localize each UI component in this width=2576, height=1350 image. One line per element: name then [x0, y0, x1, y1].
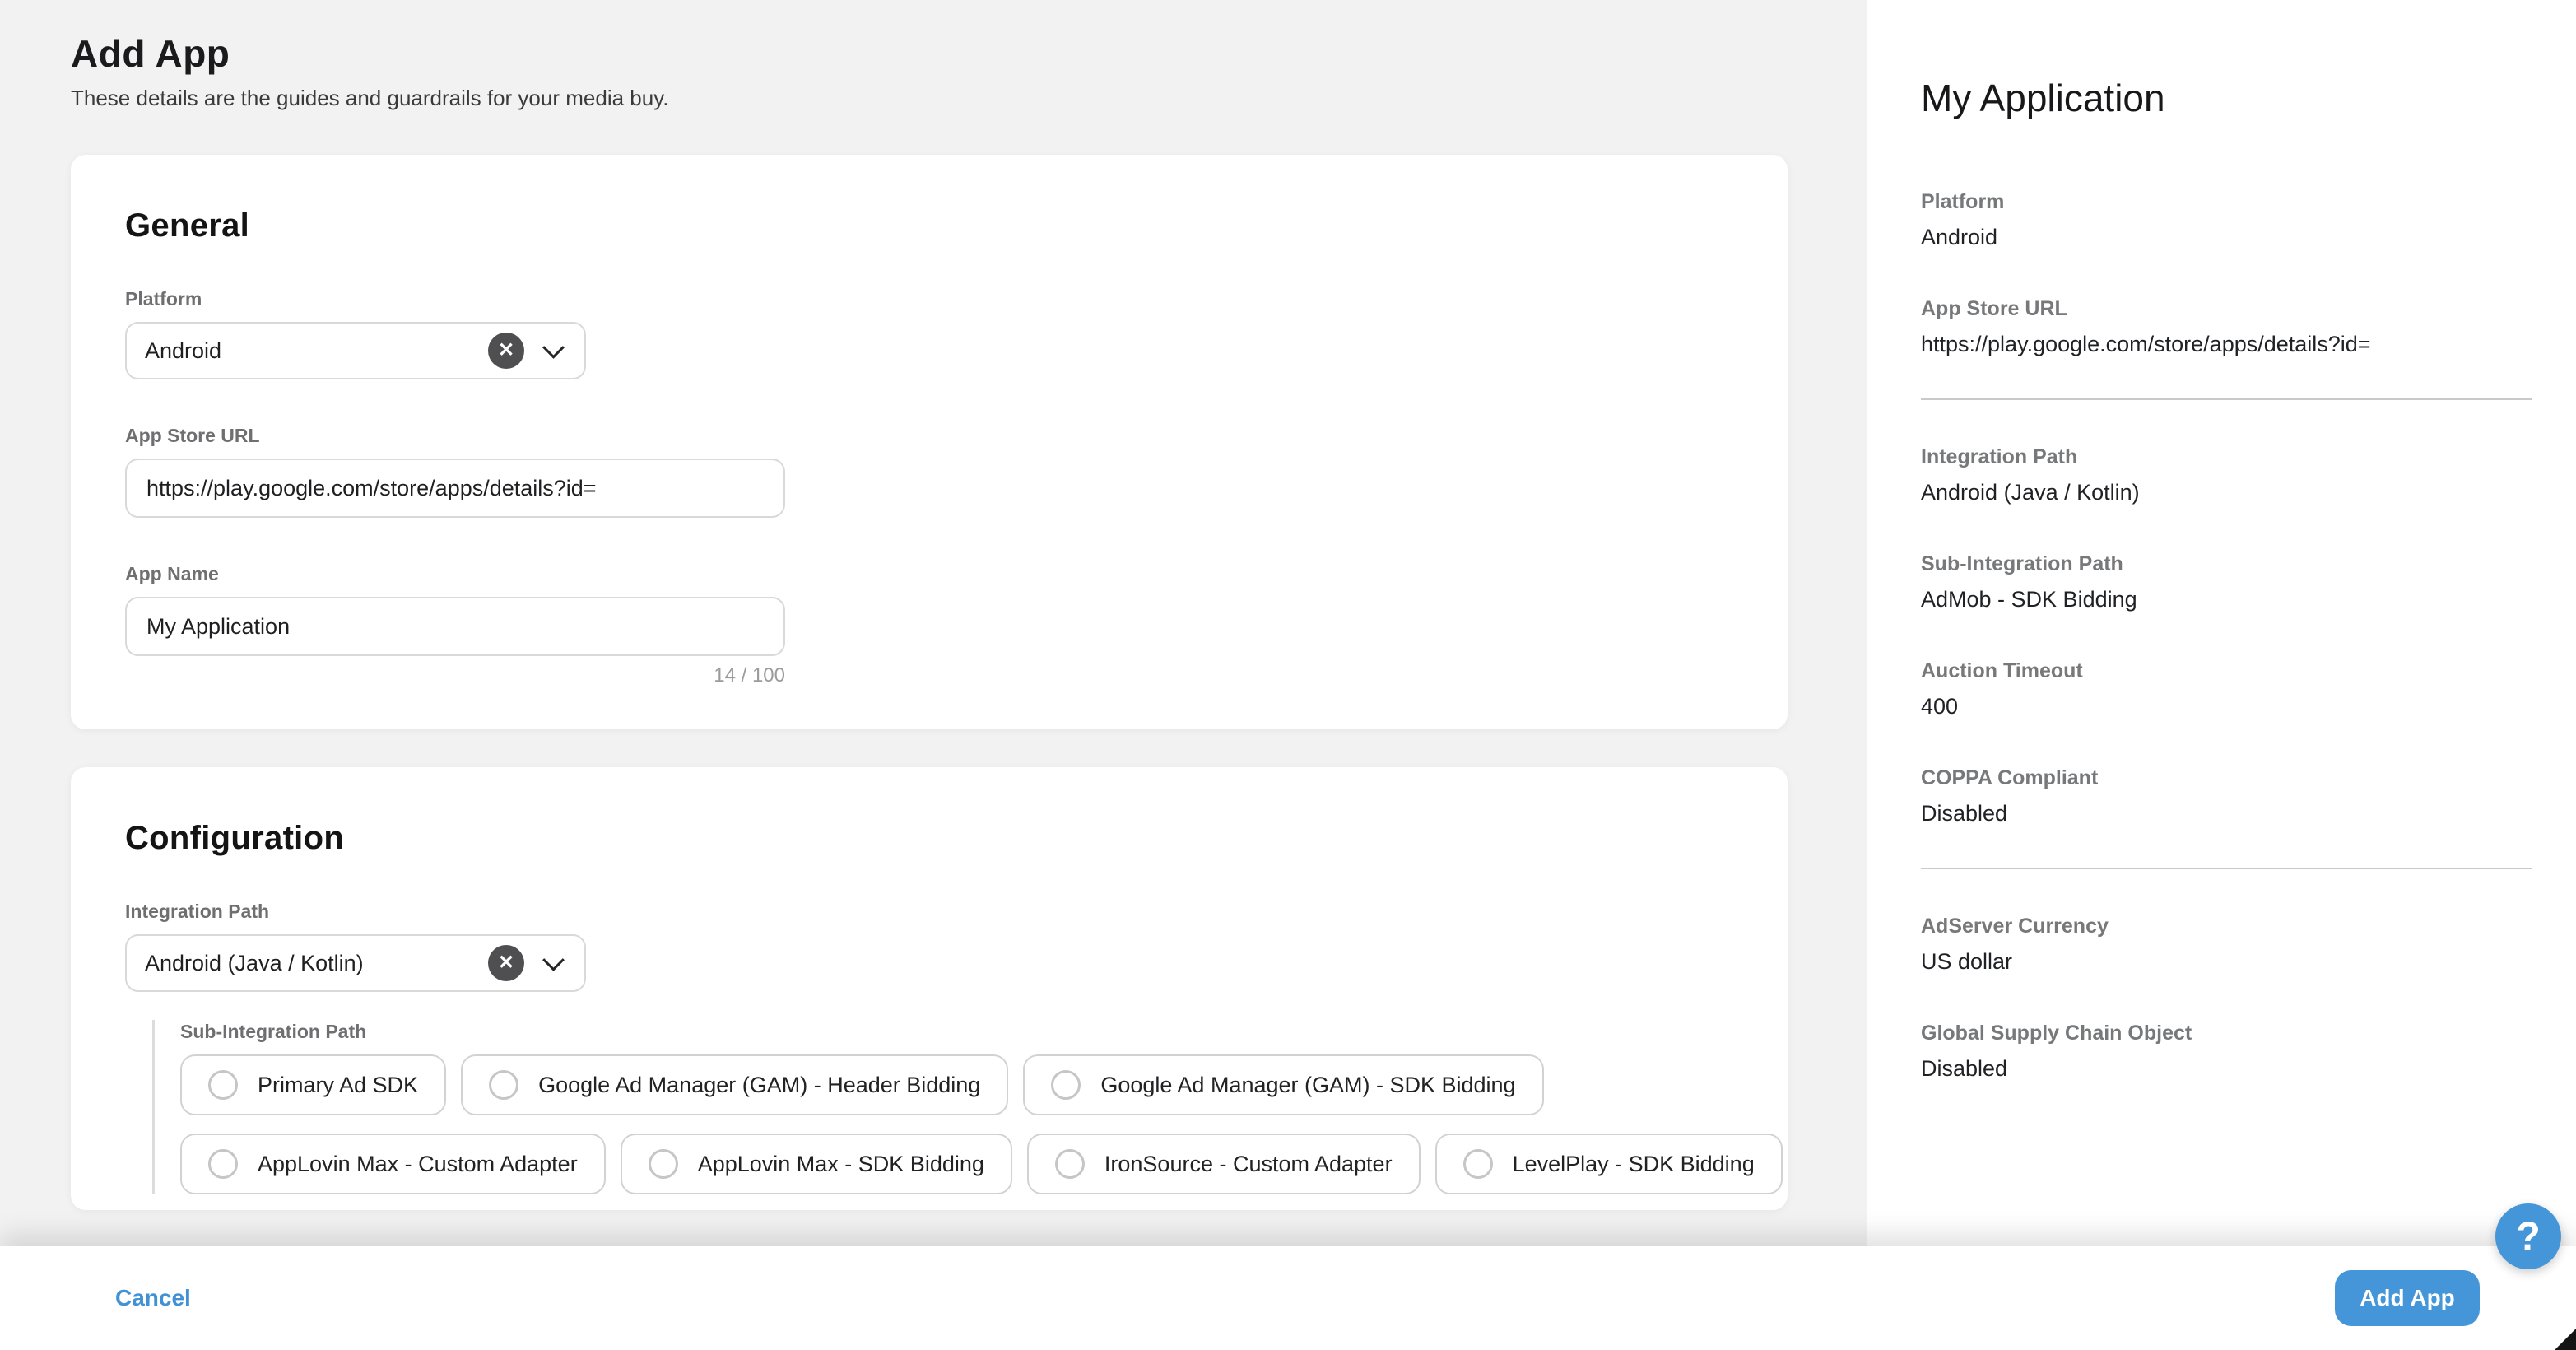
app-store-url-input[interactable] [125, 459, 785, 518]
summary-sub-integration-path: Sub-Integration Path AdMob - SDK Bidding [1921, 552, 2532, 612]
sub-integration-row-1: Primary Ad SDK Google Ad Manager (GAM) -… [180, 1054, 1733, 1115]
general-card: General Platform Android ✕ App Store URL… [71, 155, 1788, 729]
radio-option-applovin-sdk-bidding[interactable]: AppLovin Max - SDK Bidding [621, 1134, 1012, 1194]
summary-app-name: My Application [1921, 76, 2532, 120]
summary-adserver-currency: AdServer Currency US dollar [1921, 914, 2532, 975]
radio-circle-icon [489, 1070, 518, 1100]
radio-option-label: Google Ad Manager (GAM) - SDK Bidding [1100, 1073, 1515, 1098]
general-heading: General [125, 207, 1733, 244]
platform-selected-value: Android [145, 338, 221, 364]
summary-label: AdServer Currency [1921, 914, 2532, 938]
radio-circle-icon [1055, 1149, 1085, 1179]
summary-label: Platform [1921, 189, 2532, 214]
summary-label: Sub-Integration Path [1921, 552, 2532, 576]
add-app-button[interactable]: Add App [2335, 1270, 2480, 1326]
app-name-field: App Name 14 / 100 [125, 562, 1733, 687]
app-store-url-label: App Store URL [125, 424, 1733, 447]
summary-sidebar: My Application Platform Android App Stor… [1867, 0, 2576, 1350]
radio-option-levelplay-sdk-bidding[interactable]: LevelPlay - SDK Bidding [1435, 1134, 1783, 1194]
radio-option-gam-sdk-bidding[interactable]: Google Ad Manager (GAM) - SDK Bidding [1023, 1054, 1543, 1115]
app-name-label: App Name [125, 562, 1733, 585]
summary-value: 400 [1921, 693, 2532, 719]
summary-value: https://play.google.com/store/apps/detai… [1921, 331, 2532, 357]
radio-option-label: Google Ad Manager (GAM) - Header Bidding [538, 1073, 980, 1098]
radio-option-label: AppLovin Max - SDK Bidding [698, 1152, 984, 1177]
summary-divider [1921, 868, 2532, 869]
radio-option-primary-ad-sdk[interactable]: Primary Ad SDK [180, 1054, 446, 1115]
summary-value: Android (Java / Kotlin) [1921, 479, 2532, 505]
sub-integration-row-2: AppLovin Max - Custom Adapter AppLovin M… [180, 1134, 1733, 1194]
summary-value: Disabled [1921, 1055, 2532, 1082]
chevron-down-icon[interactable] [542, 948, 565, 971]
radio-option-applovin-custom-adapter[interactable]: AppLovin Max - Custom Adapter [180, 1134, 606, 1194]
clear-icon[interactable]: ✕ [488, 333, 524, 369]
add-app-page: Add App These details are the guides and… [0, 0, 2576, 1350]
summary-app-store-url: App Store URL https://play.google.com/st… [1921, 296, 2532, 357]
help-icon[interactable]: ? [2495, 1203, 2561, 1269]
radio-option-label: AppLovin Max - Custom Adapter [258, 1152, 578, 1177]
summary-label: Integration Path [1921, 445, 2532, 469]
platform-select[interactable]: Android ✕ [125, 322, 586, 379]
radio-option-label: LevelPlay - SDK Bidding [1513, 1152, 1755, 1177]
summary-platform: Platform Android [1921, 189, 2532, 250]
page-subtitle: These details are the guides and guardra… [71, 86, 669, 111]
radio-circle-icon [649, 1149, 678, 1179]
radio-option-gam-header-bidding[interactable]: Google Ad Manager (GAM) - Header Bidding [461, 1054, 1008, 1115]
configuration-card: Configuration Integration Path Android (… [71, 767, 1788, 1210]
cursor-artifact [2555, 1329, 2576, 1350]
radio-option-label: IronSource - Custom Adapter [1104, 1152, 1393, 1177]
radio-circle-icon [208, 1149, 238, 1179]
summary-value: Disabled [1921, 800, 2532, 826]
chevron-down-icon[interactable] [542, 336, 565, 358]
radio-circle-icon [1463, 1149, 1493, 1179]
summary-label: Auction Timeout [1921, 659, 2532, 683]
integration-path-label: Integration Path [125, 900, 1733, 923]
summary-global-supply-chain: Global Supply Chain Object Disabled [1921, 1021, 2532, 1082]
app-name-input[interactable] [125, 597, 785, 656]
platform-label: Platform [125, 287, 1733, 310]
summary-integration-path: Integration Path Android (Java / Kotlin) [1921, 445, 2532, 505]
summary-value: Android [1921, 224, 2532, 250]
radio-option-ironsource-custom-adapter[interactable]: IronSource - Custom Adapter [1027, 1134, 1421, 1194]
integration-path-select[interactable]: Android (Java / Kotlin) ✕ [125, 934, 586, 992]
page-title: Add App [71, 31, 230, 76]
configuration-heading: Configuration [125, 820, 1733, 857]
app-store-url-field: App Store URL [125, 424, 1733, 518]
footer-action-bar: Cancel Add App [0, 1246, 2576, 1350]
radio-circle-icon [208, 1070, 238, 1100]
clear-icon[interactable]: ✕ [488, 945, 524, 981]
summary-label: Global Supply Chain Object [1921, 1021, 2532, 1045]
summary-value: US dollar [1921, 948, 2532, 975]
summary-label: COPPA Compliant [1921, 766, 2532, 790]
sub-integration-group: Sub-Integration Path Primary Ad SDK Goog… [152, 1020, 1733, 1194]
summary-divider [1921, 398, 2532, 400]
summary-coppa-compliant: COPPA Compliant Disabled [1921, 766, 2532, 826]
sub-integration-path-label: Sub-Integration Path [180, 1020, 1733, 1043]
summary-label: App Store URL [1921, 296, 2532, 321]
app-name-char-counter: 14 / 100 [125, 664, 785, 687]
radio-circle-icon [1051, 1070, 1081, 1100]
summary-value: AdMob - SDK Bidding [1921, 586, 2532, 612]
integration-path-selected-value: Android (Java / Kotlin) [145, 951, 364, 976]
integration-path-field: Integration Path Android (Java / Kotlin)… [125, 900, 1733, 992]
platform-field: Platform Android ✕ [125, 287, 1733, 379]
radio-option-label: Primary Ad SDK [258, 1073, 418, 1098]
summary-auction-timeout: Auction Timeout 400 [1921, 659, 2532, 719]
cancel-button[interactable]: Cancel [115, 1285, 191, 1311]
